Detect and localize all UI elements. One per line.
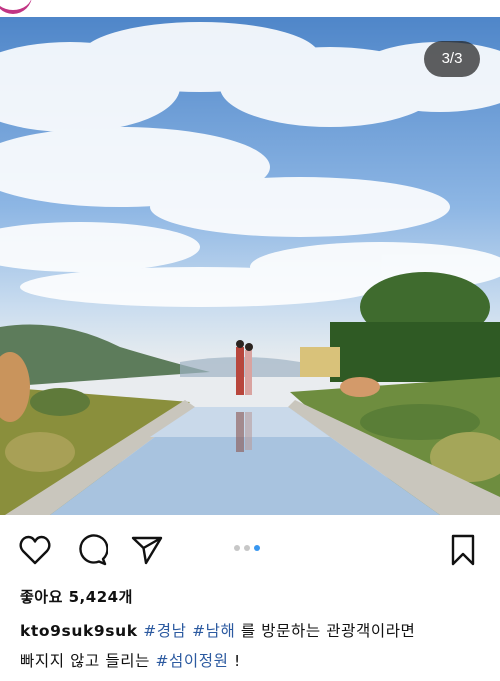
carousel-dot: [234, 545, 240, 551]
caption-text: 빠지지 않고 들리는: [20, 652, 156, 670]
caption-text: !: [228, 652, 241, 670]
heart-icon[interactable]: [18, 533, 52, 567]
image-counter-badge: 3/3: [424, 41, 480, 77]
post-photo[interactable]: 3/3: [0, 17, 500, 515]
caption-text: 를 방문하는 관광객이라면: [235, 622, 416, 640]
carousel-indicator: [234, 545, 260, 551]
hashtag-link[interactable]: #섬이정원: [155, 652, 228, 670]
top-strip: [0, 0, 500, 17]
comment-icon[interactable]: [75, 533, 109, 567]
bookmark-icon[interactable]: [446, 533, 480, 567]
likes-count[interactable]: 좋아요 5,424개: [20, 586, 133, 607]
post-action-bar: [0, 515, 500, 585]
garden-reflecting-pool-photo: [0, 22, 500, 515]
instagram-logo-icon: [0, 0, 32, 14]
hashtag-link[interactable]: #남해: [192, 622, 235, 640]
send-icon[interactable]: [130, 533, 164, 567]
carousel-dot: [244, 545, 250, 551]
carousel-dot-active: [254, 545, 260, 551]
hashtag-link[interactable]: #경남: [143, 622, 186, 640]
post-caption: kto9suk9suk #경남 #남해 를 방문하는 관광객이라면 빠지지 않고…: [20, 616, 490, 676]
caption-username[interactable]: kto9suk9suk: [20, 622, 138, 640]
